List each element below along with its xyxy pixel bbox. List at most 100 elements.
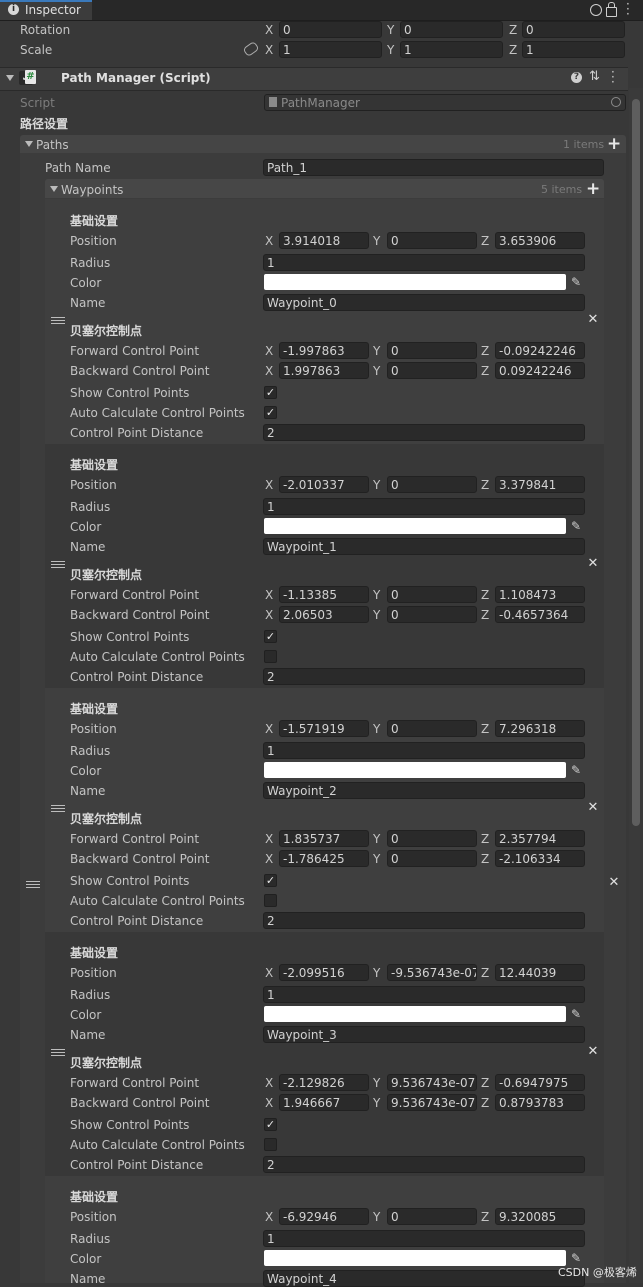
position-y-field[interactable]: -9.536743e-07 [387, 964, 477, 981]
show-control-points-checkbox[interactable]: ✓ [264, 1118, 277, 1131]
paths-foldout-icon[interactable] [25, 141, 33, 147]
paths-list-header[interactable] [20, 135, 626, 153]
position-z-field[interactable]: 9.320085 [495, 1208, 585, 1225]
eyedropper-icon[interactable]: ✎ [568, 518, 584, 534]
rotation-z-field[interactable]: 0 [522, 21, 625, 38]
name-field[interactable]: Waypoint_2 [263, 782, 585, 799]
forward-x-field[interactable]: -2.129826 [279, 1074, 369, 1091]
radius-field[interactable]: 1 [263, 742, 585, 759]
position-x-field[interactable]: -2.099516 [279, 964, 369, 981]
foldout-arrow-icon[interactable] [6, 75, 14, 81]
component-menu-icon[interactable]: · · · [611, 66, 615, 88]
show-control-points-checkbox[interactable]: ✓ [264, 630, 277, 643]
backward-y-field[interactable]: 0 [387, 362, 477, 379]
remove-waypoint-button[interactable]: ✕ [586, 557, 600, 571]
auto-calculate-checkbox[interactable]: ✓ [264, 406, 277, 419]
eyedropper-icon[interactable]: ✎ [568, 762, 584, 778]
auto-calculate-checkbox[interactable] [264, 1138, 277, 1151]
rotation-y-field[interactable]: 0 [400, 21, 503, 38]
scale-z-field[interactable]: 1 [522, 41, 625, 58]
preview-circle-icon[interactable] [590, 4, 602, 16]
radius-field[interactable]: 1 [263, 254, 585, 271]
radius-field[interactable]: 1 [263, 986, 585, 1003]
show-control-points-checkbox[interactable]: ✓ [264, 386, 277, 399]
backward-y-field[interactable]: 0 [387, 850, 477, 867]
forward-y-field[interactable]: 0 [387, 830, 477, 847]
color-swatch[interactable] [264, 518, 566, 534]
position-z-field[interactable]: 12.44039 [495, 964, 585, 981]
scale-x-field[interactable]: 1 [279, 41, 382, 58]
add-waypoint-button[interactable]: + [586, 180, 600, 198]
backward-y-field[interactable]: 0 [387, 606, 477, 623]
eyedropper-icon[interactable]: ✎ [568, 274, 584, 290]
position-x-field[interactable]: 3.914018 [279, 232, 369, 249]
control-point-distance-field[interactable]: 2 [263, 668, 585, 685]
radius-field[interactable]: 1 [263, 498, 585, 515]
remove-waypoint-button[interactable]: ✕ [586, 801, 600, 815]
color-swatch[interactable] [264, 274, 566, 290]
position-x-field[interactable]: -6.92946 [279, 1208, 369, 1225]
waypoint-drag-handle-icon[interactable] [51, 561, 65, 571]
forward-x-field[interactable]: 1.835737 [279, 830, 369, 847]
position-x-field[interactable]: -2.010337 [279, 476, 369, 493]
forward-z-field[interactable]: -0.6947975 [495, 1074, 585, 1091]
auto-calculate-checkbox[interactable] [264, 650, 277, 663]
remove-path-button[interactable]: ✕ [607, 876, 621, 890]
rotation-x-field[interactable]: 0 [279, 21, 382, 38]
control-point-distance-field[interactable]: 2 [263, 1156, 585, 1173]
control-point-distance-field[interactable]: 2 [263, 912, 585, 929]
backward-x-field[interactable]: 2.06503 [279, 606, 369, 623]
name-field[interactable]: Waypoint_4 [263, 1270, 585, 1287]
color-swatch[interactable] [264, 1250, 566, 1266]
path-drag-handle-icon[interactable] [26, 881, 40, 891]
color-swatch[interactable] [264, 762, 566, 778]
backward-x-field[interactable]: 1.946667 [279, 1094, 369, 1111]
forward-y-field[interactable]: 0 [387, 342, 477, 359]
position-y-field[interactable]: 0 [387, 232, 477, 249]
forward-z-field[interactable]: 2.357794 [495, 830, 585, 847]
inspector-tab[interactable]: i Inspector [0, 0, 92, 20]
forward-z-field[interactable]: 1.108473 [495, 586, 585, 603]
position-y-field[interactable]: 0 [387, 476, 477, 493]
forward-x-field[interactable]: -1.997863 [279, 342, 369, 359]
waypoint-drag-handle-icon[interactable] [51, 1049, 65, 1059]
scale-y-field[interactable]: 1 [400, 41, 503, 58]
forward-z-field[interactable]: -0.09242246 [495, 342, 585, 359]
radius-field[interactable]: 1 [263, 1230, 585, 1247]
lock-icon[interactable] [606, 7, 617, 17]
position-y-field[interactable]: 0 [387, 1208, 477, 1225]
forward-x-field[interactable]: -1.13385 [279, 586, 369, 603]
waypoint-drag-handle-icon[interactable] [51, 805, 65, 815]
auto-calculate-checkbox[interactable] [264, 894, 277, 907]
backward-x-field[interactable]: -1.786425 [279, 850, 369, 867]
position-z-field[interactable]: 3.379841 [495, 476, 585, 493]
name-field[interactable]: Waypoint_0 [263, 294, 585, 311]
constrain-proportions-icon[interactable] [242, 40, 260, 58]
waypoints-list-header[interactable] [45, 179, 604, 198]
eyedropper-icon[interactable]: ✎ [568, 1006, 584, 1022]
position-x-field[interactable]: -1.571919 [279, 720, 369, 737]
backward-z-field[interactable]: -2.106334 [495, 850, 585, 867]
remove-waypoint-button[interactable]: ✕ [586, 1045, 600, 1059]
control-point-distance-field[interactable]: 2 [263, 424, 585, 441]
path-name-field[interactable]: Path_1 [263, 159, 604, 176]
object-picker-icon[interactable] [611, 97, 621, 107]
position-z-field[interactable]: 7.296318 [495, 720, 585, 737]
forward-y-field[interactable]: 9.536743e-07 [387, 1074, 477, 1091]
position-z-field[interactable]: 3.653906 [495, 232, 585, 249]
forward-y-field[interactable]: 0 [387, 586, 477, 603]
preset-icon[interactable]: ⇅ [589, 69, 600, 84]
help-icon[interactable]: ? [571, 72, 582, 83]
remove-waypoint-button[interactable]: ✕ [586, 313, 600, 327]
backward-z-field[interactable]: -0.4657364 [495, 606, 585, 623]
add-path-button[interactable]: + [607, 135, 621, 153]
waypoints-foldout-icon[interactable] [50, 186, 58, 192]
backward-x-field[interactable]: 1.997863 [279, 362, 369, 379]
name-field[interactable]: Waypoint_3 [263, 1026, 585, 1043]
backward-z-field[interactable]: 0.09242246 [495, 362, 585, 379]
backward-y-field[interactable]: 9.536743e-07 [387, 1094, 477, 1111]
backward-z-field[interactable]: 0.8793783 [495, 1094, 585, 1111]
scrollbar-thumb[interactable] [632, 99, 640, 826]
color-swatch[interactable] [264, 1006, 566, 1022]
name-field[interactable]: Waypoint_1 [263, 538, 585, 555]
